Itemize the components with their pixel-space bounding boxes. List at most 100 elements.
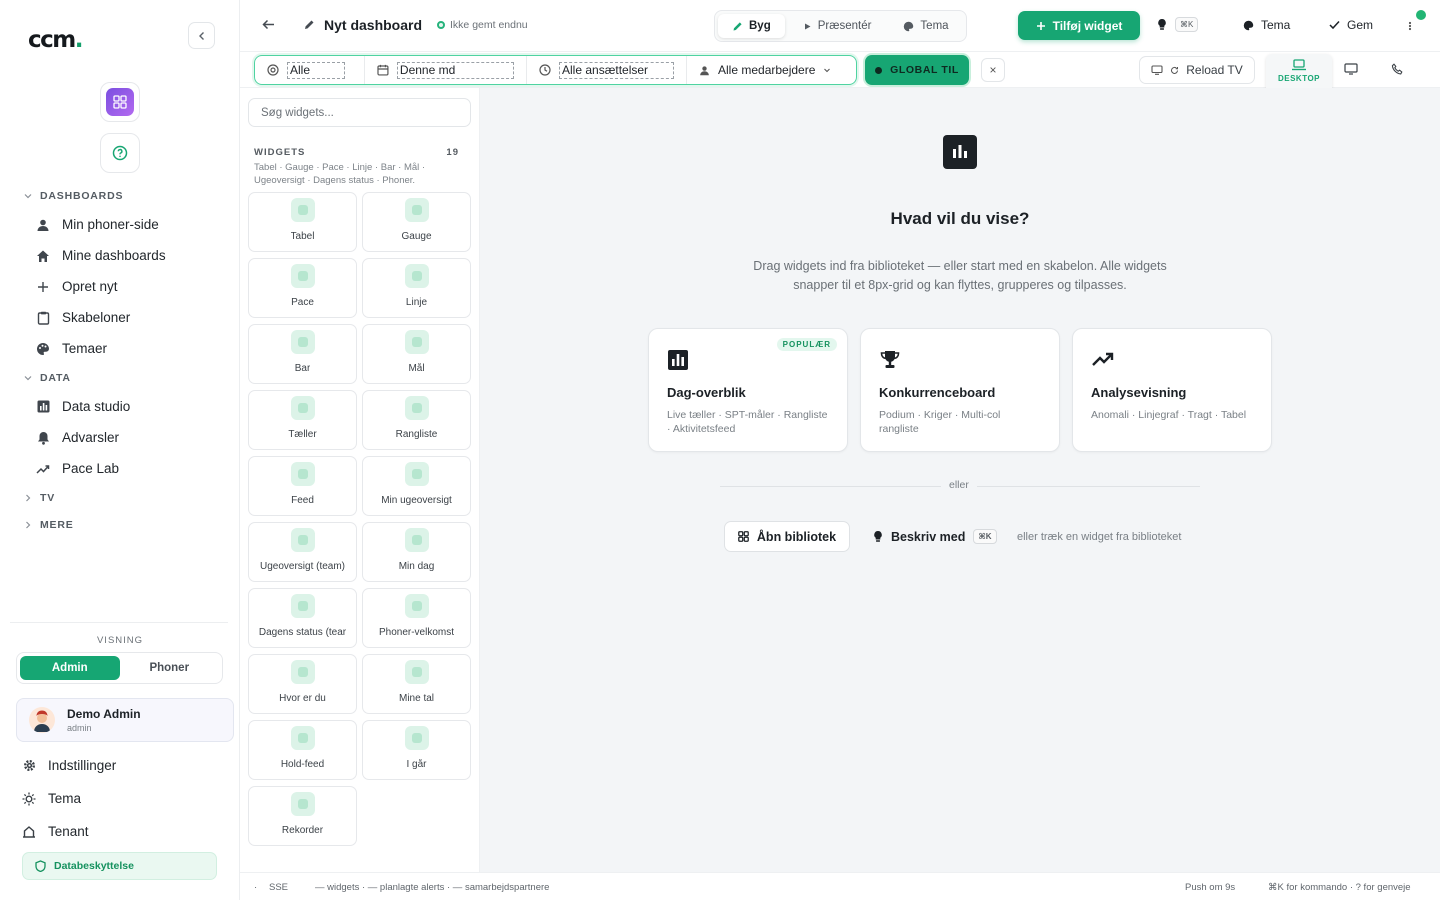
theme-button[interactable]: Tema <box>1243 18 1290 32</box>
widget-card[interactable]: Hold-feed <box>248 720 357 780</box>
widget-card[interactable]: Rekorder <box>248 786 357 846</box>
mode-tema[interactable]: Tema <box>889 14 962 38</box>
dashboard-title[interactable]: Nyt dashboard <box>324 17 422 33</box>
widget-card[interactable]: I går <box>362 720 471 780</box>
widget-label: Tæller <box>288 429 317 440</box>
laptop-icon <box>1292 59 1306 71</box>
period-filter[interactable]: Denne md <box>365 56 527 84</box>
widget-card[interactable]: Pace <box>248 258 357 318</box>
widget-label: Ugeoversigt (team) <box>259 561 346 572</box>
nav-pace-lab[interactable]: Pace Lab <box>36 461 119 476</box>
nav-min-phoner-side[interactable]: Min phoner-side <box>36 217 159 232</box>
nav-skabeloner[interactable]: Skabeloner <box>36 310 130 325</box>
open-library-button[interactable]: Åbn bibliotek <box>724 521 850 552</box>
global-toggle-button[interactable]: GLOBAL TIL <box>865 55 969 85</box>
scope-filter[interactable]: Alle <box>255 56 365 84</box>
widget-label: Tabel <box>290 231 315 242</box>
widget-search-input[interactable]: Søg widgets... <box>248 98 471 127</box>
mode-switcher: Byg Præsentér Tema <box>714 10 967 42</box>
collapse-sidebar-button[interactable] <box>188 22 215 49</box>
widget-icon <box>290 396 315 420</box>
widget-label: Hvor er du <box>279 693 326 704</box>
nav-data-studio[interactable]: Data studio <box>36 399 130 414</box>
avatar <box>29 707 55 733</box>
widget-card[interactable]: Rangliste <box>362 390 471 450</box>
mode-praesenter[interactable]: Præsentér <box>789 14 886 38</box>
section-dashboards[interactable]: DASHBOARDS <box>24 190 123 202</box>
widget-card[interactable]: Phoner-velkomst <box>362 588 471 648</box>
shortcut-badge: ⌘K <box>973 529 997 544</box>
widget-card[interactable]: Ugeoversigt (team) <box>248 522 357 582</box>
widget-card[interactable]: Gauge <box>362 192 471 252</box>
template-analysevisning[interactable]: Analysevisning Anomali · Linjegraf · Tra… <box>1072 328 1272 452</box>
chevron-down-icon <box>824 68 831 73</box>
empty-state-title: Hvad vil du vise? <box>890 209 1030 228</box>
widget-card[interactable]: Dagens status (tear <box>248 588 357 648</box>
section-mere[interactable]: MERE <box>24 519 74 531</box>
add-widget-button[interactable]: Tilføj widget <box>1018 11 1140 40</box>
employment-filter[interactable]: Alle ansættelser <box>527 56 687 84</box>
arrow-left-icon <box>262 19 274 30</box>
widget-card[interactable]: Min ugeoversigt <box>362 456 471 516</box>
nav-indstillinger[interactable]: Indstillinger <box>22 758 116 773</box>
widget-card[interactable]: Hvor er du <box>248 654 357 714</box>
check-icon <box>1329 20 1340 30</box>
online-indicator <box>1416 10 1426 20</box>
shortcuts-hint: ⌘K for kommando · ? for genveje <box>1268 882 1411 893</box>
help-tile[interactable] <box>100 133 140 173</box>
nav-advarsler[interactable]: Advarsler <box>36 430 119 445</box>
widget-card[interactable]: Mine tal <box>362 654 471 714</box>
nav-temaer[interactable]: Temaer <box>36 341 107 356</box>
visning-admin[interactable]: Admin <box>20 656 120 680</box>
back-button[interactable] <box>261 17 276 32</box>
widget-card[interactable]: Tabel <box>248 192 357 252</box>
widget-card[interactable]: Tæller <box>248 390 357 450</box>
reload-tv-button[interactable]: Reload TV <box>1139 56 1255 84</box>
widget-icon <box>404 660 429 684</box>
pencil-icon[interactable] <box>303 19 315 31</box>
nav-opret-nyt[interactable]: Opret nyt <box>36 279 118 294</box>
widget-icon <box>404 330 429 354</box>
section-tv[interactable]: TV <box>24 492 55 504</box>
visning-label: VISNING <box>96 635 144 646</box>
widget-library: Søg widgets... WIDGETS 19 Tabel · Gauge … <box>240 88 480 872</box>
widget-label: Rangliste <box>395 429 438 440</box>
nav-mine-dashboards[interactable]: Mine dashboards <box>36 248 166 263</box>
template-konkurrenceboard[interactable]: Konkurrenceboard Podium · Kriger · Multi… <box>860 328 1060 452</box>
device-phone[interactable] <box>1364 52 1430 86</box>
bell-icon <box>36 431 50 445</box>
section-data[interactable]: DATA <box>24 372 71 384</box>
clock-icon <box>539 64 551 76</box>
widget-label: Min ugeoversigt <box>381 495 452 506</box>
widget-label: Pace <box>291 297 314 308</box>
more-menu-button[interactable] <box>1408 16 1412 34</box>
widget-card[interactable]: Linje <box>362 258 471 318</box>
widget-card[interactable]: Min dag <box>362 522 471 582</box>
template-dag-overblik[interactable]: POPULÆR Dag-overblik Live tæller · SPT-m… <box>648 328 848 452</box>
widgets-subtitle: Tabel · Gauge · Pace · Linje · Bar · Mål… <box>254 162 426 186</box>
sidebar: ccm. DASHBOARDS Min phoner-side Mine das… <box>0 0 240 900</box>
palette-icon <box>36 342 50 356</box>
employees-filter[interactable]: Alle medarbejdere <box>687 56 855 84</box>
apps-tile[interactable] <box>100 82 140 122</box>
data-protection-button[interactable]: Databeskyttelse <box>22 852 217 880</box>
describe-with-ai-button[interactable]: Beskriv med ⌘K <box>873 529 997 544</box>
mode-byg[interactable]: Byg <box>718 14 785 38</box>
user-card[interactable]: Demo Admin admin <box>16 698 234 742</box>
clear-filters-button[interactable]: × <box>981 58 1005 82</box>
grid-icon <box>113 95 127 109</box>
ai-assistant-button[interactable]: ⌘K <box>1157 17 1199 32</box>
nav-tema[interactable]: Tema <box>22 791 81 806</box>
widget-card[interactable]: Mål <box>362 324 471 384</box>
widget-card[interactable]: Bar <box>248 324 357 384</box>
chevron-right-icon <box>26 494 31 502</box>
visning-phoner[interactable]: Phoner <box>120 656 220 680</box>
chevron-down-icon <box>24 376 32 381</box>
save-button[interactable]: Gem <box>1329 18 1373 32</box>
logo[interactable]: ccm. <box>28 27 84 53</box>
bar-chart-icon <box>943 135 977 169</box>
widget-card[interactable]: Feed <box>248 456 357 516</box>
nav-tenant[interactable]: Tenant <box>22 824 89 839</box>
palette-icon <box>904 21 914 31</box>
widget-icon <box>404 198 429 222</box>
